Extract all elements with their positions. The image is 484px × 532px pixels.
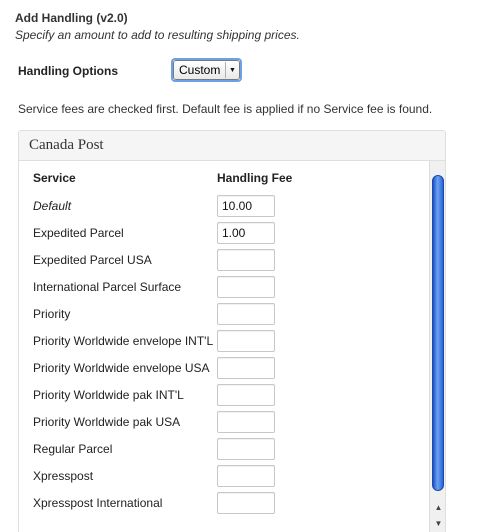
service-label: Priority Worldwide pak INT'L xyxy=(33,388,184,402)
handling-fee-input[interactable] xyxy=(217,222,275,244)
handling-fee-input[interactable] xyxy=(217,492,275,514)
panel-title: Canada Post xyxy=(19,131,445,161)
service-label: Xpresspost xyxy=(33,469,94,483)
handling-options-select[interactable]: Custom ▼ xyxy=(173,60,240,80)
handling-fee-input[interactable] xyxy=(217,411,275,433)
handling-fee-input[interactable] xyxy=(217,276,275,298)
handling-fee-input[interactable] xyxy=(217,330,275,352)
service-label: Priority xyxy=(33,307,71,321)
section-description: Specify an amount to add to resulting sh… xyxy=(15,28,300,42)
chevron-down-icon: ▼ xyxy=(225,62,239,78)
handling-options-label: Handling Options xyxy=(18,64,118,78)
service-fee-note: Service fees are checked first. Default … xyxy=(18,102,433,116)
arrow-up-icon[interactable]: ▲ xyxy=(431,501,445,515)
handling-fee-input[interactable] xyxy=(217,249,275,271)
service-label: Priority Worldwide envelope INT'L xyxy=(33,334,214,348)
handling-fee-input[interactable] xyxy=(217,384,275,406)
service-label: Expedited Parcel xyxy=(33,226,124,240)
column-header-handling-fee: Handling Fee xyxy=(217,171,293,185)
canada-post-panel: Canada Post Service Handling Fee Default… xyxy=(18,130,446,532)
handling-fee-input[interactable] xyxy=(217,303,275,325)
column-header-service: Service xyxy=(33,171,76,185)
scrollbar-thumb[interactable] xyxy=(432,175,444,491)
service-label: Xpresspost International xyxy=(33,496,163,510)
service-label: Expedited Parcel USA xyxy=(33,253,152,267)
arrow-down-icon[interactable]: ▼ xyxy=(431,517,445,531)
service-label: Priority Worldwide envelope USA xyxy=(33,361,210,375)
services-scroll-area[interactable]: Service Handling Fee Default Expedited Pa… xyxy=(19,161,445,532)
service-label: Default xyxy=(33,199,72,213)
service-label: Regular Parcel xyxy=(33,442,113,456)
service-label: Priority Worldwide pak USA xyxy=(33,415,181,429)
handling-fee-input[interactable] xyxy=(217,195,275,217)
service-label: International Parcel Surface xyxy=(33,280,182,294)
handling-fee-input[interactable] xyxy=(217,357,275,379)
handling-fee-input[interactable] xyxy=(217,465,275,487)
handling-options-value: Custom xyxy=(179,63,221,77)
handling-fee-input[interactable] xyxy=(217,438,275,460)
vertical-scrollbar[interactable]: ▲ ▼ xyxy=(429,161,445,532)
section-title: Add Handling (v2.0) xyxy=(15,11,128,25)
